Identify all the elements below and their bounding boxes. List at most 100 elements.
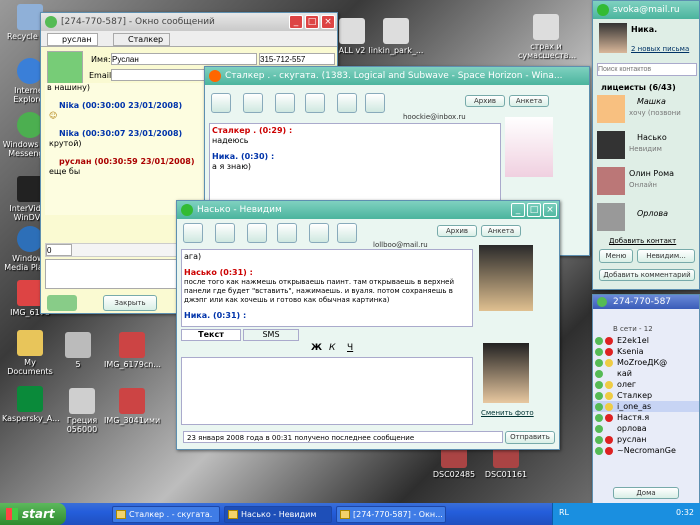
agent-icon <box>597 4 609 16</box>
media-icon[interactable] <box>247 223 267 243</box>
add-contact-link[interactable]: Добавить контакт <box>609 237 676 245</box>
message-input[interactable] <box>181 357 473 425</box>
save-icon[interactable] <box>305 93 325 113</box>
greece-icon[interactable]: Греция 056000 <box>54 388 110 434</box>
profile-button[interactable]: Анкета <box>481 225 521 237</box>
icq-titlebar[interactable]: 274-770-587 <box>593 295 699 309</box>
contact-row[interactable]: ~NecromanGe <box>593 445 699 456</box>
media-icon[interactable] <box>275 93 295 113</box>
archive-button[interactable]: Архив <box>437 225 477 237</box>
agent-titlebar[interactable]: svoka@mail.ru <box>593 1 699 19</box>
status-icon[interactable] <box>211 93 231 113</box>
task-nasko[interactable]: Насько - Невидим <box>224 506 332 523</box>
add-comment-button[interactable]: Добавить комментарий <box>599 269 695 281</box>
message-head: Насько (0:31) : <box>184 268 253 277</box>
contact-photo <box>597 203 625 231</box>
chat-window-title: Насько - Невидим <box>197 205 282 215</box>
task-stalker[interactable]: Сталкер . - скугата. <box>112 506 220 523</box>
contacts-icon[interactable] <box>337 223 357 243</box>
img-6179-icon[interactable]: IMG_6179cn... <box>104 332 161 369</box>
language-indicator[interactable]: RL <box>559 508 569 517</box>
info-icon[interactable] <box>243 93 263 113</box>
icq-logo <box>47 295 77 311</box>
tab-text[interactable]: Текст <box>181 329 241 341</box>
start-button[interactable]: start <box>0 503 66 525</box>
chat-history: ага) Насько (0:31) : после того как нажм… <box>181 249 473 327</box>
contact-row[interactable]: E2ek1el <box>593 335 699 346</box>
fear-icon[interactable]: страх и сумасшеств... <box>518 14 576 60</box>
close-chat-button[interactable]: Закрыть <box>103 295 157 311</box>
img-3041-icon[interactable]: IMG_3041ими <box>104 388 160 425</box>
archive-button[interactable]: Архив <box>465 95 505 107</box>
contacts-icon[interactable] <box>365 93 385 113</box>
message-text: а я знаю) <box>212 162 252 171</box>
profile-button[interactable]: Анкета <box>509 95 549 107</box>
contact-status: хочу (позвони <box>629 109 681 117</box>
info-icon[interactable] <box>215 223 235 243</box>
chat-window-titlebar[interactable]: Насько - Невидим _ □ × <box>177 201 559 219</box>
search-input[interactable] <box>597 63 697 76</box>
contact-item[interactable]: Насько Невидим <box>597 131 691 161</box>
change-photo-link[interactable]: Сменить фото <box>481 409 534 417</box>
new-letters-link[interactable]: 2 новых письма <box>631 45 689 53</box>
contact-avatar <box>479 245 533 311</box>
contact-row[interactable]: i_one_as <box>593 401 699 412</box>
contact-row[interactable]: орлова <box>593 423 699 434</box>
linkin-park-icon[interactable]: linkin_park_... <box>368 18 424 55</box>
underline-button[interactable]: Ч <box>347 343 353 353</box>
send-button[interactable]: Отправить <box>505 431 555 444</box>
contact-item[interactable]: Олин Рома Онлайн <box>597 167 691 197</box>
contact-name: олег <box>617 380 637 389</box>
contact-row[interactable]: MoZroeДК@ <box>593 357 699 368</box>
contact-row[interactable]: руслан <box>593 434 699 445</box>
phone-field[interactable] <box>259 53 335 65</box>
chat-history: Сталкер . (0:29) : надеюсь Ника. (0:30) … <box>209 123 501 203</box>
name-field[interactable] <box>111 53 257 65</box>
contact-row[interactable]: Ksenia <box>593 346 699 357</box>
task-icq[interactable]: [274-770-587] - Окн... <box>336 506 446 523</box>
font-size-input[interactable] <box>46 244 72 256</box>
contact-item[interactable]: Машка хочу (позвони <box>597 95 691 125</box>
contact-email: lollboo@mail.ru <box>373 241 428 249</box>
message-window-titlebar[interactable]: [274-770-587] - Окно сообщений _ □ × <box>41 13 337 31</box>
contact-list: E2ek1el Ksenia MoZroeДК@ кай олег Сталке… <box>593 335 699 456</box>
contact-name: ~NecromanGe <box>617 446 676 455</box>
contact-row[interactable]: Сталкер <box>593 390 699 401</box>
close-button[interactable]: × <box>321 15 335 29</box>
italic-button[interactable]: К <box>329 343 335 353</box>
status-home-button[interactable]: Дома <box>613 487 679 499</box>
contact-row[interactable]: Настя.я <box>593 412 699 423</box>
chat-window-titlebar[interactable]: Сталкер . - скугата. (1383. Logical and … <box>205 67 589 85</box>
group-header[interactable]: лицеисты (6/43) <box>601 83 676 92</box>
maximize-button[interactable]: □ <box>527 203 541 217</box>
contact-status: Невидим <box>629 145 662 153</box>
tab-stalker[interactable]: Сталкер <box>113 33 171 46</box>
contact-row[interactable]: кай <box>593 368 699 379</box>
windows-logo-icon <box>6 508 18 520</box>
tab-sms[interactable]: SMS <box>243 329 299 341</box>
maximize-button[interactable]: □ <box>305 15 319 29</box>
status-button[interactable]: Невидим... <box>637 249 695 263</box>
games-icon[interactable] <box>337 93 357 113</box>
kaspersky-icon[interactable]: Kaspersky_A... <box>2 386 60 423</box>
contact-row[interactable]: олег <box>593 379 699 390</box>
tab-ruslan[interactable]: руслан <box>47 33 99 46</box>
menu-button[interactable]: Меню <box>599 249 633 263</box>
taskbar: start Сталкер . - скугата. Насько - Неви… <box>0 503 700 525</box>
contact-name: E2ek1el <box>617 336 649 345</box>
name-label: Имя: <box>91 55 111 64</box>
contact-name: руслан <box>617 435 647 444</box>
contact-name: Насько <box>637 133 667 142</box>
chat-window-nasko: Насько - Невидим _ □ × Архив Анкета loll… <box>176 200 560 450</box>
save-icon[interactable] <box>277 223 297 243</box>
file-5-icon[interactable]: 5 <box>50 332 106 369</box>
minimize-button[interactable]: _ <box>289 15 303 29</box>
status-icon[interactable] <box>183 223 203 243</box>
agent-contact-list: svoka@mail.ru Ника. 2 новых письма лицеи… <box>592 0 700 290</box>
contact-name: Настя.я <box>617 413 650 422</box>
bold-button[interactable]: Ж <box>311 343 322 353</box>
contact-item[interactable]: Орлова <box>597 203 691 233</box>
games-icon[interactable] <box>309 223 329 243</box>
close-button[interactable]: × <box>543 203 557 217</box>
minimize-button[interactable]: _ <box>511 203 525 217</box>
